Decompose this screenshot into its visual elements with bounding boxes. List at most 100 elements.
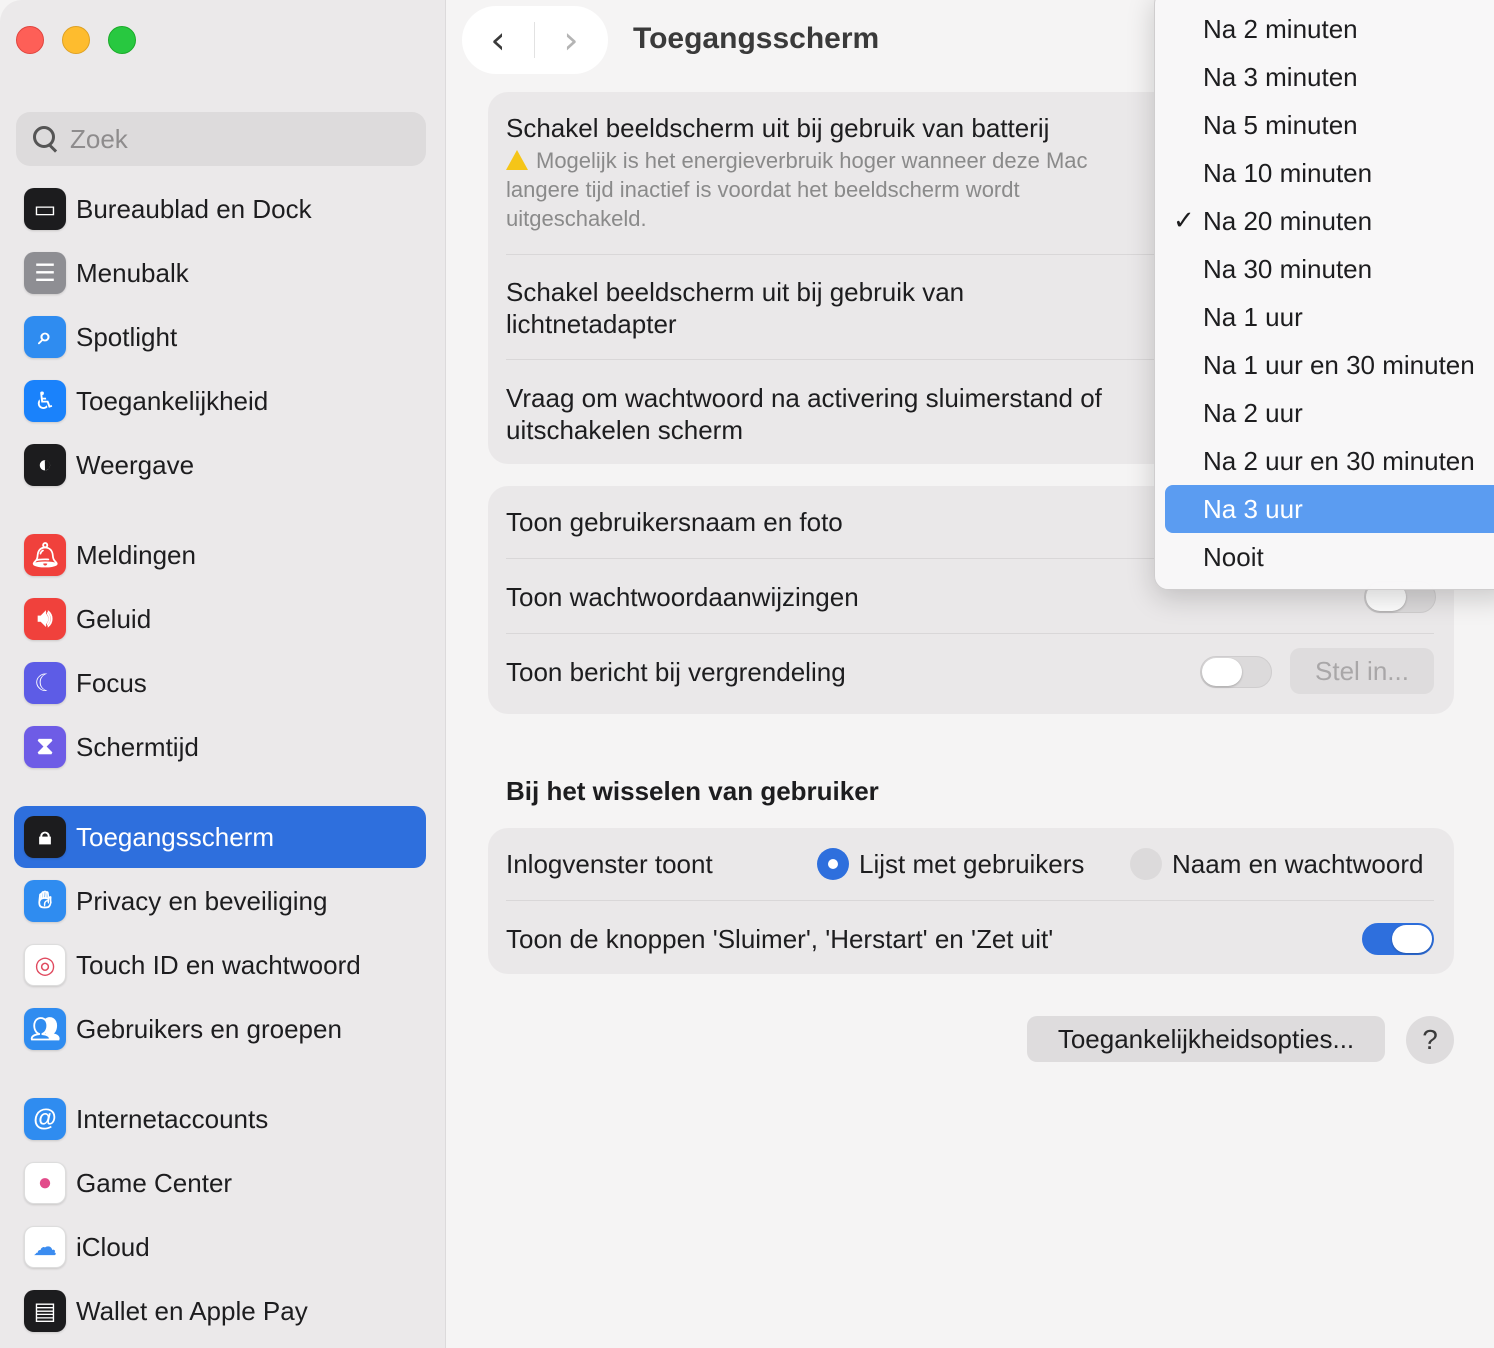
bell-icon: 🔔︎ xyxy=(24,534,66,576)
radio-name-password[interactable] xyxy=(1130,848,1162,880)
sidebar-item-bureaublad-en-dock[interactable]: ▭ Bureaublad en Dock xyxy=(14,178,426,240)
sidebar-item-label: Focus xyxy=(76,667,147,698)
sidebar-item-internetaccounts[interactable]: @ Internetaccounts xyxy=(14,1088,426,1150)
page-title: Toegangsscherm xyxy=(633,22,880,55)
display-off-dropdown-menu: Na 2 minuten Na 3 minuten Na 5 minuten Na 1… xyxy=(1154,0,1494,590)
dropdown-option[interactable]: Na 2 uur en 30 minuten xyxy=(1165,437,1494,485)
checkmark-icon: ✓ xyxy=(1173,206,1195,236)
sidebar-item-geluid[interactable]: 🔊︎ Geluid xyxy=(14,588,426,650)
dropdown-option-label: Na 5 minuten xyxy=(1203,109,1358,140)
help-button[interactable]: ? xyxy=(1406,1016,1454,1064)
dropdown-option[interactable]: Na 30 minuten xyxy=(1165,245,1494,293)
dropdown-option-label: Na 1 uur en 30 minuten xyxy=(1203,349,1475,380)
search-field[interactable]: Zoek xyxy=(16,112,426,166)
sidebar-item-label: iCloud xyxy=(76,1231,150,1262)
sidebar-item-game-center[interactable]: ● Game Center xyxy=(14,1152,426,1214)
dropdown-option-label: Na 2 uur xyxy=(1203,397,1303,428)
sidebar-item-toegangsscherm[interactable]: 🔒︎ Toegangsscherm xyxy=(14,806,426,868)
at-icon: @ xyxy=(24,1098,66,1140)
sidebar-item-label: Meldingen xyxy=(76,539,196,570)
dropdown-option[interactable]: Na 3 uur xyxy=(1165,485,1494,533)
sidebar-item-icloud[interactable]: ☁ iCloud xyxy=(14,1216,426,1278)
game-center-icon: ● xyxy=(24,1162,66,1204)
forward-button[interactable]: › xyxy=(535,6,607,74)
minimize-window-button[interactable] xyxy=(62,26,90,54)
battery-warning-text: Mogelijk is het energieverbruik hoger wa… xyxy=(506,148,1088,231)
dropdown-option-label: Na 2 minuten xyxy=(1203,13,1358,44)
divider xyxy=(506,633,1434,634)
sidebar: Zoek ▭ Bureaublad en Dock ☰ Menubalk ⌕ Spotli… xyxy=(0,0,446,1348)
switch-user-section-title: Bij het wisselen van gebruiker xyxy=(506,776,879,806)
dropdown-option[interactable]: Na 10 minuten xyxy=(1165,149,1494,197)
dropdown-option[interactable]: Na 2 minuten xyxy=(1165,5,1494,53)
dropdown-option-label: Na 2 uur en 30 minuten xyxy=(1203,445,1475,476)
dropdown-option-label: Na 3 uur xyxy=(1203,493,1303,524)
warning-icon xyxy=(506,150,528,170)
dropdown-option[interactable]: Na 3 minuten xyxy=(1165,53,1494,101)
show-buttons-toggle[interactable] xyxy=(1362,923,1434,955)
show-message-toggle[interactable] xyxy=(1200,656,1272,688)
wallet-icon: ▤ xyxy=(24,1290,66,1332)
close-window-button[interactable] xyxy=(16,26,44,54)
sidebar-item-label: Wallet en Apple Pay xyxy=(76,1295,308,1326)
dropdown-option[interactable]: ✓ Na 20 minuten xyxy=(1165,197,1494,245)
hand-icon: ✋︎ xyxy=(24,880,66,922)
sidebar-item-label: Spotlight xyxy=(76,321,178,352)
dropdown-option-label: Nooit xyxy=(1203,541,1264,572)
dropdown-option-label: Na 3 minuten xyxy=(1203,61,1358,92)
dropdown-option-label: Na 1 uur xyxy=(1203,301,1303,332)
window-controls xyxy=(16,26,136,54)
sidebar-item-gebruikers-en-groepen[interactable]: 👥︎ Gebruikers en groepen xyxy=(14,998,426,1060)
sidebar-item-toegankelijkheid[interactable]: ♿ Toegankelijkheid xyxy=(14,370,426,432)
dropdown-option[interactable]: Na 1 uur en 30 minuten xyxy=(1165,341,1494,389)
dock-icon: ▭ xyxy=(24,188,66,230)
users-icon: 👥︎ xyxy=(24,1008,66,1050)
magnifier-icon: ⌕ xyxy=(24,316,66,358)
sidebar-item-weergave[interactable]: ◐ Weergave xyxy=(14,434,426,496)
dropdown-option[interactable]: Na 1 uur xyxy=(1165,293,1494,341)
divider xyxy=(506,900,1434,901)
dropdown-option[interactable]: Na 5 minuten xyxy=(1165,101,1494,149)
show-buttons-row: Toon de knoppen 'Sluimer', 'Herstart' en… xyxy=(506,923,1434,955)
search-icon xyxy=(30,124,60,154)
dropdown-option[interactable]: Nooit xyxy=(1165,533,1494,581)
dropdown-option-label: Na 10 minuten xyxy=(1203,157,1373,188)
dropdown-option-label: Na 20 minuten xyxy=(1203,205,1373,236)
sidebar-item-meldingen[interactable]: 🔔︎ Meldingen xyxy=(14,524,426,586)
cloud-icon: ☁ xyxy=(24,1226,66,1268)
sidebar-item-spotlight[interactable]: ⌕ Spotlight xyxy=(14,306,426,368)
chevron-left-icon: ‹ xyxy=(490,18,506,62)
sidebar-item-label: Gebruikers en groepen xyxy=(76,1013,342,1044)
radio-name-password-label[interactable]: Naam en wachtwoord xyxy=(1172,848,1423,880)
radio-user-list-label[interactable]: Lijst met gebruikers xyxy=(859,848,1084,880)
dropdown-option[interactable]: Na 2 uur xyxy=(1165,389,1494,437)
sidebar-item-label: Weergave xyxy=(76,449,195,480)
speaker-icon: 🔊︎ xyxy=(24,598,66,640)
moon-icon: ☾ xyxy=(24,662,66,704)
accessibility-icon: ♿ xyxy=(24,380,66,422)
switch-user-card: Inlogvenster toont Lijst met gebruikers … xyxy=(488,828,1454,974)
dropdown-option-label: Na 30 minuten xyxy=(1203,253,1373,284)
sidebar-item-wallet-en-apple-pay[interactable]: ▤ Wallet en Apple Pay xyxy=(14,1280,426,1342)
lock-screen-icon: 🔒︎ xyxy=(24,816,66,858)
appearance-icon: ◐ xyxy=(24,444,66,486)
sidebar-item-label: Touch ID en wachtwoord xyxy=(76,949,361,980)
history-nav: ‹ › xyxy=(462,6,608,74)
sidebar-item-label: Game Center xyxy=(76,1167,233,1198)
zoom-window-button[interactable] xyxy=(108,26,136,54)
radio-user-list[interactable] xyxy=(817,848,849,880)
sidebar-item-privacy-en-beveiliging[interactable]: ✋︎ Privacy en beveiliging xyxy=(14,870,426,932)
hourglass-icon: ⧗ xyxy=(24,726,66,768)
sidebar-item-touch-id-en-wachtwoord[interactable]: ◎ Touch ID en wachtwoord xyxy=(14,934,426,996)
sidebar-item-schermtijd[interactable]: ⧗ Schermtijd xyxy=(14,716,426,778)
accessibility-options-button[interactable]: Toegankelijkheidsopties... xyxy=(1027,1016,1385,1062)
back-button[interactable]: ‹ xyxy=(462,6,534,74)
sidebar-item-label: Privacy en beveiliging xyxy=(76,885,328,916)
sidebar-item-menubalk[interactable]: ☰ Menubalk xyxy=(14,242,426,304)
search-placeholder: Zoek xyxy=(70,123,128,154)
setup-message-button[interactable]: Stel in... xyxy=(1290,648,1434,694)
menubar-icon: ☰ xyxy=(24,252,66,294)
sidebar-item-label: Geluid xyxy=(76,603,152,634)
sidebar-item-focus[interactable]: ☾ Focus xyxy=(14,652,426,714)
sidebar-item-label: Toegangsscherm xyxy=(76,821,274,852)
